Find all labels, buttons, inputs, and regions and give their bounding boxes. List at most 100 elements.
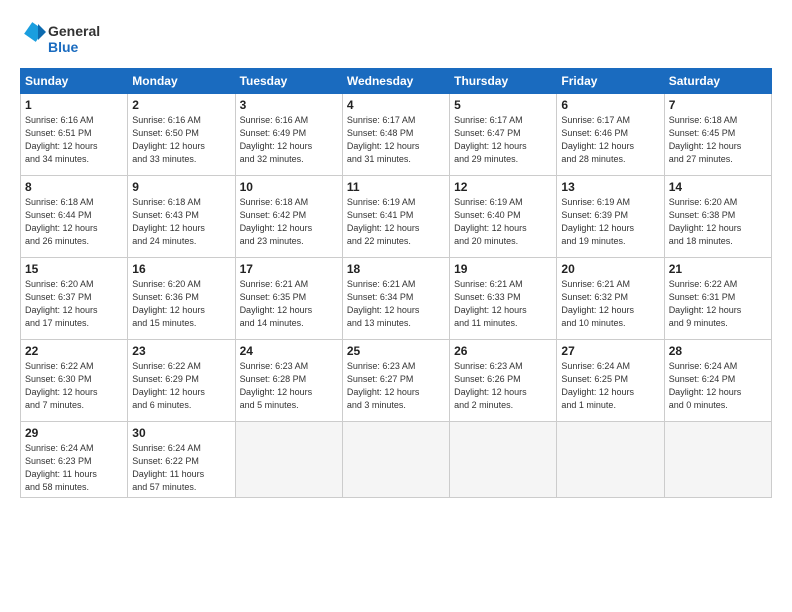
day-cell: 1 Sunrise: 6:16 AM Sunset: 6:51 PM Daylig…	[21, 94, 128, 176]
header-tuesday: Tuesday	[235, 69, 342, 94]
day-cell: 17 Sunrise: 6:21 AM Sunset: 6:35 PM Dayli…	[235, 258, 342, 340]
day-cell	[557, 422, 664, 498]
day-info: Sunrise: 6:16 AM Sunset: 6:50 PM Dayligh…	[132, 114, 230, 166]
day-info: Sunrise: 6:17 AM Sunset: 6:46 PM Dayligh…	[561, 114, 659, 166]
day-cell: 29Sunrise: 6:24 AM Sunset: 6:23 PM Dayli…	[21, 422, 128, 498]
day-info: Sunrise: 6:23 AM Sunset: 6:28 PM Dayligh…	[240, 360, 338, 412]
day-number: 2	[132, 98, 230, 112]
day-cell: 3 Sunrise: 6:16 AM Sunset: 6:49 PM Daylig…	[235, 94, 342, 176]
day-info: Sunrise: 6:22 AM Sunset: 6:29 PM Dayligh…	[132, 360, 230, 412]
day-cell	[664, 422, 771, 498]
day-info: Sunrise: 6:20 AM Sunset: 6:38 PM Dayligh…	[669, 196, 767, 248]
day-number: 17	[240, 262, 338, 276]
day-number: 25	[347, 344, 445, 358]
day-number: 19	[454, 262, 552, 276]
day-number: 15	[25, 262, 123, 276]
day-cell: 5 Sunrise: 6:17 AM Sunset: 6:47 PM Daylig…	[450, 94, 557, 176]
day-number: 3	[240, 98, 338, 112]
day-info: Sunrise: 6:20 AM Sunset: 6:36 PM Dayligh…	[132, 278, 230, 330]
day-info: Sunrise: 6:23 AM Sunset: 6:26 PM Dayligh…	[454, 360, 552, 412]
day-cell: 4 Sunrise: 6:17 AM Sunset: 6:48 PM Daylig…	[342, 94, 449, 176]
day-number: 18	[347, 262, 445, 276]
day-cell	[235, 422, 342, 498]
day-cell: 27 Sunrise: 6:24 AM Sunset: 6:25 PM Dayli…	[557, 340, 664, 422]
day-cell: 28 Sunrise: 6:24 AM Sunset: 6:24 PM Dayli…	[664, 340, 771, 422]
header-wednesday: Wednesday	[342, 69, 449, 94]
logo: General Blue	[20, 18, 110, 60]
day-info: Sunrise: 6:22 AM Sunset: 6:31 PM Dayligh…	[669, 278, 767, 330]
calendar-table: SundayMondayTuesdayWednesdayThursdayFrid…	[20, 68, 772, 498]
day-info: Sunrise: 6:16 AM Sunset: 6:51 PM Dayligh…	[25, 114, 123, 166]
header-saturday: Saturday	[664, 69, 771, 94]
day-number: 16	[132, 262, 230, 276]
day-cell: 2 Sunrise: 6:16 AM Sunset: 6:50 PM Daylig…	[128, 94, 235, 176]
day-cell: 23Sunrise: 6:22 AM Sunset: 6:29 PM Dayli…	[128, 340, 235, 422]
day-info: Sunrise: 6:17 AM Sunset: 6:48 PM Dayligh…	[347, 114, 445, 166]
day-number: 7	[669, 98, 767, 112]
day-info: Sunrise: 6:16 AM Sunset: 6:49 PM Dayligh…	[240, 114, 338, 166]
svg-text:Blue: Blue	[48, 39, 79, 55]
day-number: 6	[561, 98, 659, 112]
day-cell: 21 Sunrise: 6:22 AM Sunset: 6:31 PM Dayli…	[664, 258, 771, 340]
week-row-3: 15 Sunrise: 6:20 AM Sunset: 6:37 PM Dayli…	[21, 258, 772, 340]
week-row-5: 29Sunrise: 6:24 AM Sunset: 6:23 PM Dayli…	[21, 422, 772, 498]
header-sunday: Sunday	[21, 69, 128, 94]
day-number: 30	[132, 426, 230, 440]
day-number: 24	[240, 344, 338, 358]
day-number: 27	[561, 344, 659, 358]
day-cell: 18 Sunrise: 6:21 AM Sunset: 6:34 PM Dayli…	[342, 258, 449, 340]
day-cell: 8Sunrise: 6:18 AM Sunset: 6:44 PM Daylig…	[21, 176, 128, 258]
day-info: Sunrise: 6:20 AM Sunset: 6:37 PM Dayligh…	[25, 278, 123, 330]
day-cell	[450, 422, 557, 498]
day-cell: 25 Sunrise: 6:23 AM Sunset: 6:27 PM Dayli…	[342, 340, 449, 422]
day-cell: 22 Sunrise: 6:22 AM Sunset: 6:30 PM Dayli…	[21, 340, 128, 422]
day-cell: 10 Sunrise: 6:18 AM Sunset: 6:42 PM Dayli…	[235, 176, 342, 258]
day-info: Sunrise: 6:24 AM Sunset: 6:25 PM Dayligh…	[561, 360, 659, 412]
day-info: Sunrise: 6:18 AM Sunset: 6:45 PM Dayligh…	[669, 114, 767, 166]
day-info: Sunrise: 6:19 AM Sunset: 6:41 PM Dayligh…	[347, 196, 445, 248]
header-monday: Monday	[128, 69, 235, 94]
day-number: 1	[25, 98, 123, 112]
day-info: Sunrise: 6:24 AM Sunset: 6:24 PM Dayligh…	[669, 360, 767, 412]
day-info: Sunrise: 6:18 AM Sunset: 6:44 PM Dayligh…	[25, 196, 123, 248]
day-cell: 9Sunrise: 6:18 AM Sunset: 6:43 PM Daylig…	[128, 176, 235, 258]
day-cell: 19Sunrise: 6:21 AM Sunset: 6:33 PM Dayli…	[450, 258, 557, 340]
day-number: 22	[25, 344, 123, 358]
calendar-header-row: SundayMondayTuesdayWednesdayThursdayFrid…	[21, 69, 772, 94]
day-cell: 12 Sunrise: 6:19 AM Sunset: 6:40 PM Dayli…	[450, 176, 557, 258]
day-number: 10	[240, 180, 338, 194]
day-cell: 15 Sunrise: 6:20 AM Sunset: 6:37 PM Dayli…	[21, 258, 128, 340]
week-row-2: 8Sunrise: 6:18 AM Sunset: 6:44 PM Daylig…	[21, 176, 772, 258]
day-info: Sunrise: 6:22 AM Sunset: 6:30 PM Dayligh…	[25, 360, 123, 412]
day-number: 21	[669, 262, 767, 276]
day-cell: 16 Sunrise: 6:20 AM Sunset: 6:36 PM Dayli…	[128, 258, 235, 340]
day-cell: 30 Sunrise: 6:24 AM Sunset: 6:22 PM Dayli…	[128, 422, 235, 498]
day-number: 13	[561, 180, 659, 194]
day-info: Sunrise: 6:21 AM Sunset: 6:34 PM Dayligh…	[347, 278, 445, 330]
week-row-4: 22 Sunrise: 6:22 AM Sunset: 6:30 PM Dayli…	[21, 340, 772, 422]
day-number: 29	[25, 426, 123, 440]
header: General Blue	[20, 18, 772, 60]
day-number: 12	[454, 180, 552, 194]
day-info: Sunrise: 6:23 AM Sunset: 6:27 PM Dayligh…	[347, 360, 445, 412]
day-info: Sunrise: 6:19 AM Sunset: 6:39 PM Dayligh…	[561, 196, 659, 248]
day-number: 4	[347, 98, 445, 112]
day-number: 28	[669, 344, 767, 358]
day-cell: 11 Sunrise: 6:19 AM Sunset: 6:41 PM Dayli…	[342, 176, 449, 258]
header-friday: Friday	[557, 69, 664, 94]
day-number: 14	[669, 180, 767, 194]
day-info: Sunrise: 6:18 AM Sunset: 6:42 PM Dayligh…	[240, 196, 338, 248]
day-cell: 6 Sunrise: 6:17 AM Sunset: 6:46 PM Daylig…	[557, 94, 664, 176]
day-info: Sunrise: 6:19 AM Sunset: 6:40 PM Dayligh…	[454, 196, 552, 248]
day-cell: 13 Sunrise: 6:19 AM Sunset: 6:39 PM Dayli…	[557, 176, 664, 258]
day-info: Sunrise: 6:17 AM Sunset: 6:47 PM Dayligh…	[454, 114, 552, 166]
day-cell: 26 Sunrise: 6:23 AM Sunset: 6:26 PM Dayli…	[450, 340, 557, 422]
day-number: 11	[347, 180, 445, 194]
header-thursday: Thursday	[450, 69, 557, 94]
day-cell	[342, 422, 449, 498]
day-number: 26	[454, 344, 552, 358]
day-number: 9	[132, 180, 230, 194]
day-info: Sunrise: 6:24 AM Sunset: 6:22 PM Dayligh…	[132, 442, 230, 494]
day-info: Sunrise: 6:21 AM Sunset: 6:35 PM Dayligh…	[240, 278, 338, 330]
day-number: 5	[454, 98, 552, 112]
